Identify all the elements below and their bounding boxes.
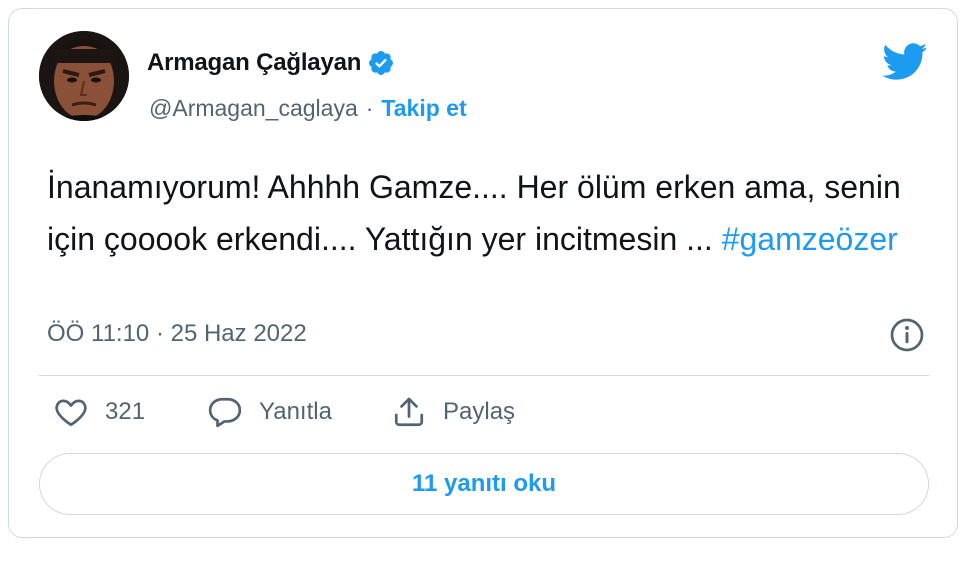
- twitter-bird-icon[interactable]: [882, 43, 928, 81]
- divider: [39, 375, 929, 376]
- share-label: Paylaş: [443, 398, 516, 425]
- avatar-portrait-image: [39, 31, 129, 121]
- share-button[interactable]: Paylaş: [391, 394, 515, 430]
- separator-dot: ·: [365, 95, 374, 121]
- reply-label: Yanıtla: [259, 398, 332, 425]
- tweet-text: İnanamıyorum! Ahhhh Gamze.... Her ölüm e…: [47, 161, 927, 265]
- author-handle-row: @Armagan_caglaya · Takip et: [149, 95, 467, 122]
- speech-bubble-icon: [208, 397, 242, 428]
- reply-button[interactable]: Yanıtla: [207, 394, 332, 430]
- heart-icon: [55, 399, 87, 427]
- avatar[interactable]: [39, 31, 129, 121]
- hashtag-link[interactable]: #gamzeözer: [722, 221, 898, 257]
- author-handle[interactable]: @Armagan_caglaya: [149, 95, 358, 122]
- follow-button[interactable]: Takip et: [381, 95, 466, 122]
- tweet-timestamp[interactable]: ÖÖ 11:10 · 25 Haz 2022: [47, 320, 307, 348]
- read-replies-button[interactable]: 11 yanıtı oku: [39, 453, 929, 515]
- author-display-name[interactable]: Armagan Çağlayan: [147, 49, 361, 77]
- verified-badge-icon: [369, 51, 394, 75]
- share-upload-icon: [394, 397, 424, 427]
- tweet-card: Armagan Çağlayan @Armagan_caglaya · Taki…: [8, 8, 958, 538]
- author-name-row: Armagan Çağlayan: [147, 49, 395, 77]
- info-icon[interactable]: [889, 317, 925, 353]
- like-button[interactable]: 321: [53, 394, 145, 430]
- like-count: 321: [105, 398, 146, 425]
